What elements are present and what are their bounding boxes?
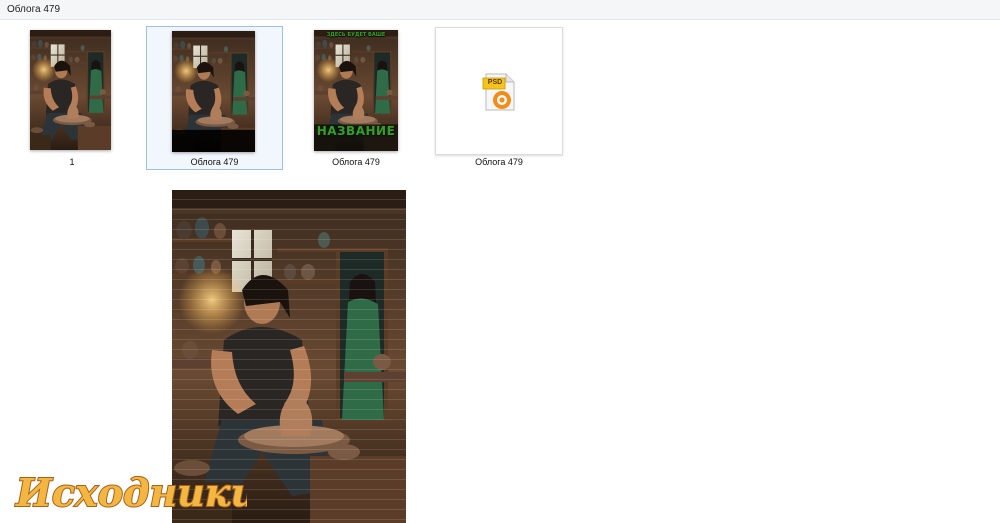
file-caption-4: Облога 479 [475, 157, 523, 167]
file-tile-3[interactable]: ЗДЕСЬ БУДЕТ ВАШЕ НАЗВАНИЕ Облога 479 [292, 27, 420, 169]
cover-top-text: ЗДЕСЬ БУДЕТ ВАШЕ [326, 32, 386, 38]
cover-title: НАЗВАНИЕ [316, 124, 396, 138]
file-tile-4[interactable]: PSD Облога 479 [435, 27, 563, 167]
window-title-bar: Облога 479 [0, 0, 1000, 20]
file-thumbnail-2 [172, 31, 255, 152]
watermark-logo: Исходники [14, 469, 247, 516]
file-tile-1[interactable]: 1 [18, 27, 126, 169]
window-title: Облога 479 [7, 4, 61, 15]
psd-file-icon [482, 73, 515, 111]
psd-badge: PSD [487, 79, 503, 86]
file-caption-3: Облога 479 [332, 157, 380, 167]
watermark-text: Исходники [15, 470, 247, 515]
file-caption-2: Облога 479 [190, 157, 239, 167]
file-caption-1: 1 [69, 157, 75, 167]
file-thumbnail-3: ЗДЕСЬ БУДЕТ ВАШЕ НАЗВАНИЕ [314, 30, 398, 151]
file-tile-2[interactable]: Облога 479 [146, 26, 283, 170]
file-thumbnail-1 [30, 30, 111, 150]
